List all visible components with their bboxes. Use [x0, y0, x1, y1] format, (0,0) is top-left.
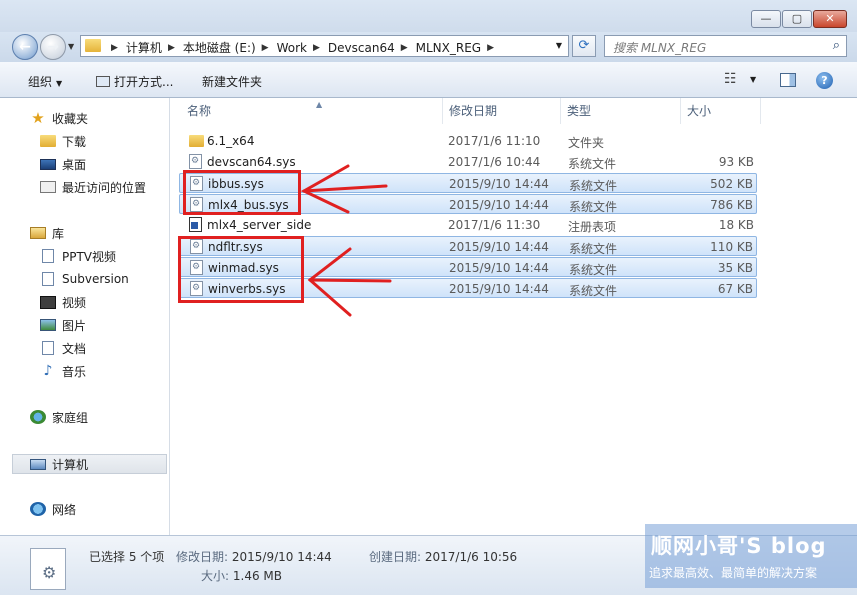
blog-watermark: 顺网小哥'S blog 追求最高效、最简单的解决方案 [645, 524, 857, 588]
created-label: 创建日期: [369, 550, 422, 564]
selection-count: 已选择 5 个项 [89, 550, 165, 564]
modified-label: 修改日期: [176, 550, 229, 564]
watermark-title: 顺网小哥'S blog [651, 534, 827, 558]
size-detail: 大小: 1.46 MB [201, 567, 282, 584]
modified-value: 2015/9/10 14:44 [231, 550, 332, 564]
created-date-detail: 创建日期: 2017/1/6 10:56 [369, 548, 517, 565]
annotation-arrow-head [307, 247, 352, 317]
annotation-arrows [300, 164, 392, 317]
size-label: 大小: [201, 569, 230, 583]
created-value: 2017/1/6 10:56 [424, 550, 518, 564]
annotation-arrow-shaft [308, 278, 392, 283]
size-value: 1.46 MB [232, 569, 282, 583]
modified-date-detail: 修改日期: 2015/9/10 14:44 [176, 548, 332, 565]
sys-file-thumbnail-icon [30, 548, 66, 590]
watermark-subtitle: 追求最高效、最简单的解决方案 [649, 566, 818, 580]
annotation-arrow-shaft [302, 184, 388, 193]
